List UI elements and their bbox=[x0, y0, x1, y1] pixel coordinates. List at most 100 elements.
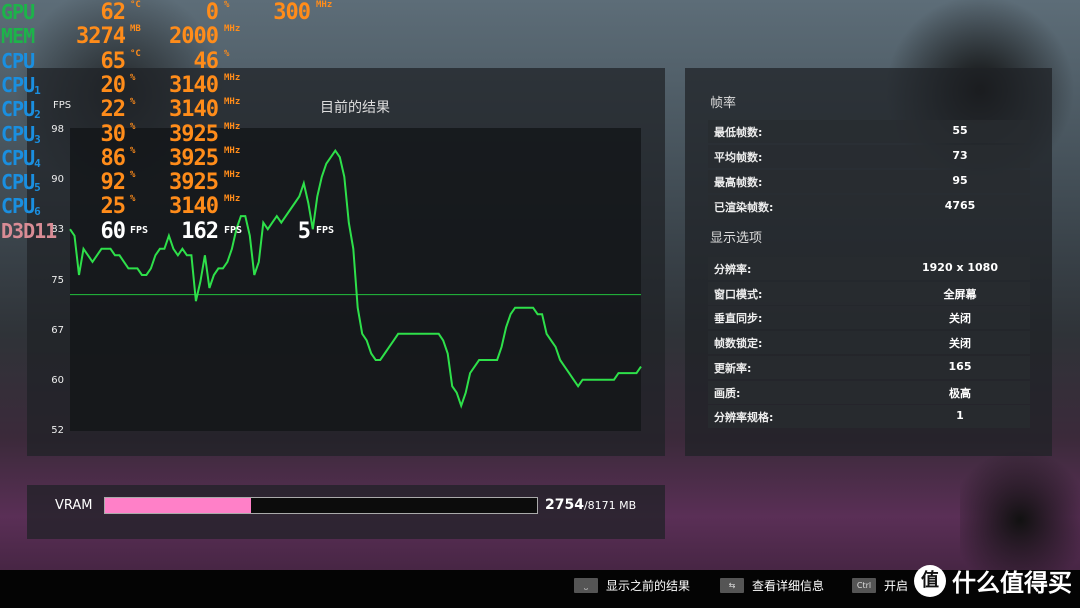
overlay-label: CPU bbox=[1, 48, 35, 73]
overlay-value: 3274 bbox=[76, 24, 126, 50]
overlay-value: 162 bbox=[181, 218, 219, 244]
overlay-row: CPU1 20% 3140 MHz bbox=[0, 72, 360, 98]
overlay-value: 86 bbox=[100, 145, 126, 171]
overlay-value: 65 bbox=[100, 48, 126, 74]
stat-value: 55 bbox=[952, 124, 968, 137]
overlay-unit: °C bbox=[130, 0, 141, 10]
stat-label: 最低帧数: bbox=[714, 126, 763, 139]
option-label: 分辨率: bbox=[714, 263, 752, 276]
overlay-unit: MB bbox=[130, 24, 141, 35]
overlay-value: 20 bbox=[100, 72, 126, 98]
stat-label: 最高帧数: bbox=[714, 176, 763, 189]
overlay-unit: MHz bbox=[224, 97, 241, 108]
display-option-row: 更新率: 165 bbox=[708, 355, 1030, 379]
key-hint-icon: ⇆ bbox=[720, 578, 744, 593]
display-option-row: 垂直同步: 关闭 bbox=[708, 306, 1030, 330]
overlay-label: GPU bbox=[1, 0, 35, 24]
overlay-unit: FPS bbox=[224, 224, 243, 236]
overlay-value: 300 bbox=[273, 0, 311, 25]
option-value: 全屏幕 bbox=[943, 287, 977, 301]
stat-value: 95 bbox=[952, 174, 968, 187]
option-value: 1920 x 1080 bbox=[922, 261, 998, 274]
overlay-unit: MHz bbox=[224, 145, 241, 156]
overlay-unit: % bbox=[224, 48, 230, 59]
fps-stat-row: 最高帧数: 95 bbox=[708, 170, 1030, 193]
overlay-unit: FPS bbox=[130, 224, 149, 236]
overlay-unit: MHz bbox=[224, 194, 241, 205]
overlay-label: CPU1 bbox=[1, 72, 41, 97]
key-hint-icon: Ctrl bbox=[852, 578, 876, 593]
overlay-unit: MHz bbox=[224, 121, 241, 132]
button-label: 查看详细信息 bbox=[752, 579, 825, 593]
y-tick-label: 52 bbox=[51, 425, 64, 436]
overlay-value: 0 bbox=[205, 0, 219, 25]
display-option-row: 分辨率规格: 1 bbox=[708, 405, 1030, 429]
button-label: 显示之前的结果 bbox=[606, 579, 691, 593]
vram-usage-fill bbox=[105, 498, 251, 513]
overlay-label: D3D11 bbox=[1, 218, 57, 243]
overlay-value: 60 bbox=[100, 218, 126, 244]
show-previous-results-button[interactable]: ⎵ 显示之前的结果 bbox=[574, 577, 690, 594]
overlay-value: 3140 bbox=[169, 72, 219, 98]
overlay-unit: % bbox=[130, 145, 136, 156]
display-option-row: 分辨率: 1920 x 1080 bbox=[708, 257, 1030, 280]
overlay-label: CPU4 bbox=[1, 145, 41, 170]
option-label: 分辨率规格: bbox=[714, 411, 774, 425]
overlay-unit: % bbox=[130, 194, 136, 205]
overlay-value: 2000 bbox=[169, 24, 219, 50]
stat-value: 4765 bbox=[944, 199, 976, 212]
overlay-unit: % bbox=[130, 97, 136, 108]
overlay-row: D3D11 60 FPS 162 FPS 5 FPS bbox=[0, 218, 360, 244]
stat-label: 平均帧数: bbox=[714, 151, 763, 164]
display-options-heading: 显示选项 bbox=[710, 231, 763, 246]
overlay-row: CPU5 92% 3925 MHz bbox=[0, 170, 360, 196]
fps-stat-row: 最低帧数: 55 bbox=[708, 120, 1030, 143]
option-label: 窗口模式: bbox=[714, 287, 763, 301]
overlay-value: 25 bbox=[100, 194, 126, 220]
overlay-unit: MHz bbox=[224, 170, 241, 181]
vram-used: 2754 bbox=[545, 497, 584, 513]
y-tick-label: 75 bbox=[51, 274, 64, 286]
overlay-label: CPU3 bbox=[1, 121, 41, 146]
overlay-unit: MHz bbox=[316, 0, 333, 10]
view-details-button[interactable]: ⇆ 查看详细信息 bbox=[720, 577, 824, 594]
overlay-value: 3140 bbox=[169, 194, 219, 220]
overlay-value: 62 bbox=[100, 0, 126, 25]
overlay-row: CPU4 86% 3925 MHz bbox=[0, 145, 360, 171]
overlay-row: CPU2 22% 3140 MHz bbox=[0, 97, 360, 122]
display-option-row: 帧数锁定: 关闭 bbox=[708, 331, 1030, 355]
overlay-value: 3925 bbox=[169, 170, 219, 196]
vram-usage-bar bbox=[104, 497, 538, 514]
overlay-value: 46 bbox=[193, 48, 219, 74]
stat-value: 73 bbox=[952, 149, 968, 162]
overlay-row: CPU3 30% 3925 MHz bbox=[0, 121, 360, 147]
option-value: 关闭 bbox=[949, 312, 971, 326]
display-option-row: 窗口模式: 全屏幕 bbox=[708, 281, 1030, 305]
overlay-row: MEM 3274 MB 2000 MHz bbox=[0, 24, 360, 50]
overlay-label: CPU6 bbox=[1, 194, 41, 219]
overlay-unit: % bbox=[130, 121, 136, 132]
overlay-unit: MHz bbox=[224, 24, 241, 35]
key-hint-icon: ⎵ bbox=[574, 578, 598, 593]
overlay-label: CPU5 bbox=[1, 170, 41, 195]
fps-heading: 帧率 bbox=[710, 96, 737, 111]
overlay-value: 30 bbox=[100, 121, 126, 147]
overlay-unit: % bbox=[224, 0, 230, 10]
overlay-value: 92 bbox=[100, 170, 126, 196]
overlay-value: 3925 bbox=[169, 121, 219, 147]
overlay-row: GPU 62 °C 0% 300 MHz bbox=[0, 0, 360, 25]
y-tick-label: 60 bbox=[51, 374, 64, 386]
toggle-button[interactable]: Ctrl 开启 bbox=[852, 577, 908, 594]
fps-stat-row: 平均帧数: 73 bbox=[708, 145, 1030, 168]
option-value: 关闭 bbox=[949, 337, 971, 351]
vram-label: VRAM bbox=[55, 498, 93, 513]
option-value: 165 bbox=[948, 359, 972, 373]
overlay-value: 3925 bbox=[169, 145, 219, 171]
overlay-row: CPU6 25% 3140 MHz bbox=[0, 194, 360, 220]
option-label: 更新率: bbox=[714, 361, 752, 375]
stat-label: 已渲染帧数: bbox=[714, 201, 774, 214]
overlay-unit: MHz bbox=[224, 72, 241, 83]
watermark-logo: 值什么值得买 bbox=[914, 563, 1072, 598]
y-tick-label: 67 bbox=[51, 324, 64, 336]
overlay-label: MEM bbox=[1, 24, 35, 49]
